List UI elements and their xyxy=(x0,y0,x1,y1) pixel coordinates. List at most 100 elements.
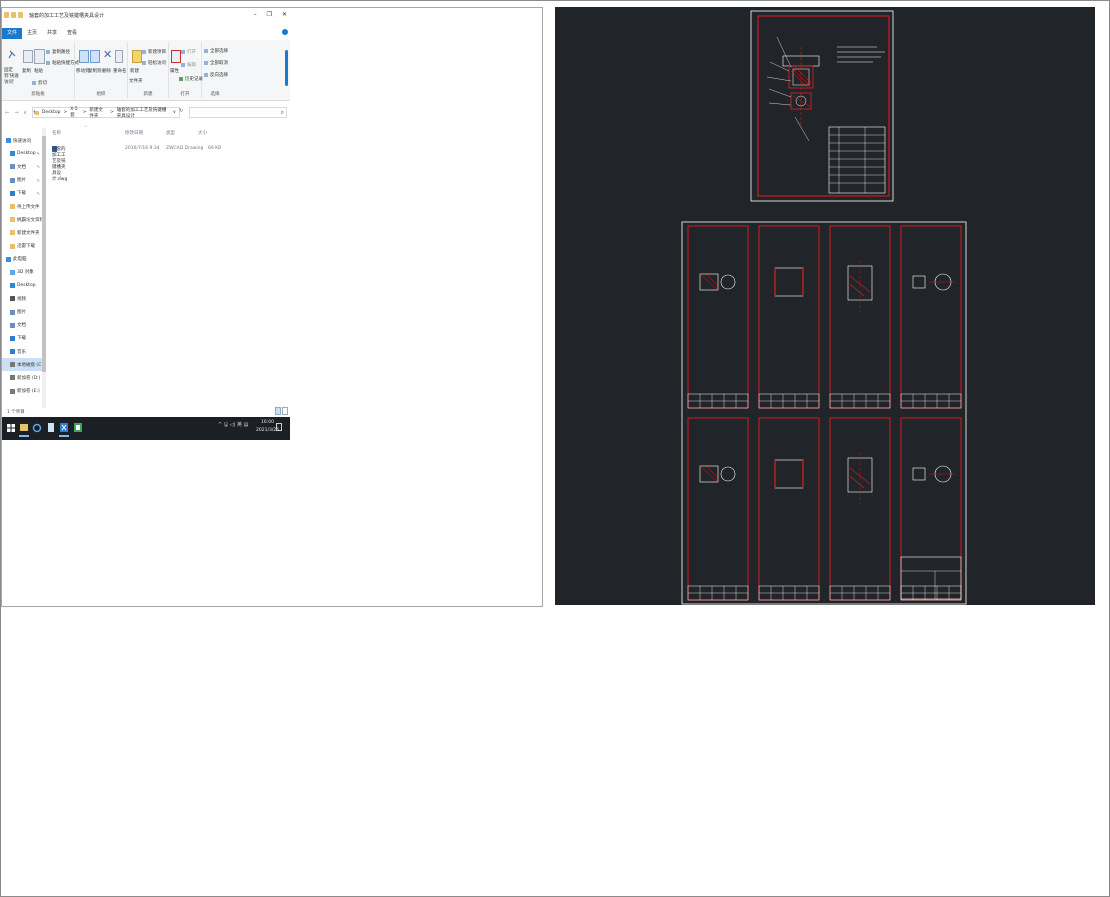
sidebar-item[interactable]: 3D 对象 xyxy=(2,266,42,279)
windows-start-icon[interactable] xyxy=(6,421,16,435)
column-header-name[interactable]: 名称 xyxy=(52,130,61,136)
open-button[interactable]: 打开 xyxy=(181,49,196,55)
large-icons-view-button[interactable] xyxy=(282,407,288,415)
copy-button[interactable]: 复制 xyxy=(22,68,31,74)
title-bar: 轴套的加工工艺及铣键槽夹具设计 – ❐ ✕ xyxy=(2,8,290,22)
sidebar-item[interactable]: 新加卷 (E:) xyxy=(2,385,42,398)
details-view-button[interactable] xyxy=(275,407,281,415)
file-explorer-taskbar-icon[interactable] xyxy=(19,421,29,437)
browser-taskbar-icon[interactable] xyxy=(32,421,42,435)
new-folder-button-line2[interactable]: 文件夹 xyxy=(129,78,143,84)
help-icon[interactable] xyxy=(282,29,288,35)
copy-path-button[interactable]: 复制路径 xyxy=(46,49,70,55)
sidebar-item[interactable]: 视频 xyxy=(2,292,42,305)
pin-icon: ✎ xyxy=(36,177,40,183)
history-label: 历史记录 xyxy=(185,77,203,82)
sidebar-item-icon xyxy=(10,309,15,315)
system-tray[interactable]: ^ 🖫 ◁) 英 ▤ xyxy=(218,421,248,430)
delete-button[interactable]: 删除 xyxy=(102,68,111,74)
sidebar-item[interactable]: 本地磁盘 (C:) xyxy=(2,358,45,372)
tab-view[interactable]: 查看 xyxy=(62,28,82,39)
edit-button[interactable]: 编辑 xyxy=(181,62,196,68)
minimize-button[interactable]: – xyxy=(254,11,257,18)
cad-taskbar-icon[interactable] xyxy=(59,421,69,437)
sidebar-item[interactable]: 图片 xyxy=(2,305,42,318)
sidebar-item[interactable]: 桃霸论文资料 xyxy=(2,213,44,226)
quick-access-toolbar xyxy=(4,12,23,18)
forward-button[interactable]: → xyxy=(14,110,18,116)
sidebar-item[interactable]: 文档 ✎ xyxy=(2,160,42,173)
sidebar-item[interactable]: 新建文件夹 xyxy=(2,226,42,239)
parts-list-table xyxy=(828,126,886,194)
back-button[interactable]: ← xyxy=(5,110,9,116)
sidebar-item[interactable]: 待上传文件 xyxy=(2,200,42,213)
column-header-modified[interactable]: 修改日期 xyxy=(125,130,143,136)
tab-share[interactable]: 共享 xyxy=(42,28,62,39)
maximize-button[interactable]: ❐ xyxy=(267,11,272,18)
address-bar[interactable]: Desktop > X-5套 > 新建文件夹 > 轴套的加工工艺及铣键槽夹具设计… xyxy=(32,107,180,119)
sidebar-item[interactable]: 迅雷下载 xyxy=(2,240,42,253)
sidebar-item[interactable]: Desktop ✎ xyxy=(2,147,42,160)
breadcrumb-desktop[interactable]: Desktop xyxy=(42,110,61,115)
easy-access-button[interactable]: 轻松访问 xyxy=(142,60,166,66)
paste-button[interactable]: 粘贴 xyxy=(34,68,43,74)
table-row[interactable]: 轴套的加工工艺及铣键槽夹具设计.dwg 2016/7/16 9:34 ZWCAD… xyxy=(48,146,288,182)
sidebar-item-icon xyxy=(10,164,15,170)
copy-to-button[interactable]: 复制到 xyxy=(88,68,102,74)
sidebar-item[interactable]: 快速访问 xyxy=(2,134,42,147)
cad-drawings-canvas xyxy=(681,10,967,605)
new-group: 新建 文件夹 新建项目 轻松访问 新建 xyxy=(128,42,169,98)
recent-locations-button[interactable]: ∨ xyxy=(23,110,27,116)
pin-icon: ✎ xyxy=(36,164,40,170)
new-folder-qa-icon[interactable] xyxy=(11,12,16,18)
breadcrumb-current[interactable]: 轴套的加工工艺及铣键槽夹具设计 xyxy=(117,107,170,119)
column-header-size[interactable]: 大小 xyxy=(198,130,207,136)
cut-button[interactable]: 剪切 xyxy=(32,80,47,86)
select-all-button[interactable]: 全部选择 xyxy=(204,48,228,54)
file-size: 69 KB xyxy=(208,146,222,151)
sidebar-item[interactable]: 此电脑 xyxy=(2,253,42,266)
sidebar-item[interactable]: 下载 xyxy=(2,332,42,345)
sidebar-item[interactable]: 音乐 xyxy=(2,345,42,358)
refresh-button[interactable]: ↻ xyxy=(179,108,183,114)
invert-selection-button[interactable]: 反向选择 xyxy=(204,72,228,78)
navigation-scrollbar[interactable] xyxy=(42,128,46,408)
breadcrumb-separator: > xyxy=(109,110,114,115)
ribbon: 固定到'快速访问' 复制 粘贴 复制路径 粘贴快捷方式 剪切 剪贴板 移动到 复… xyxy=(2,40,290,101)
sidebar-item[interactable]: 新加卷 (D:) xyxy=(2,371,42,384)
sidebar-item[interactable]: Desktop xyxy=(2,279,42,292)
rename-button[interactable]: 重命名 xyxy=(113,68,127,74)
technical-notes xyxy=(837,46,885,63)
ribbon-scrollbar[interactable] xyxy=(285,50,288,86)
select-none-button[interactable]: 全部取消 xyxy=(204,60,228,66)
document-taskbar-icon[interactable] xyxy=(46,421,56,435)
scrollbar-thumb[interactable] xyxy=(42,136,46,372)
properties-button[interactable]: 属性 xyxy=(170,68,179,74)
sidebar-item[interactable]: 下载 ✎ xyxy=(2,187,42,200)
breadcrumb-new-folder[interactable]: 新建文件夹 xyxy=(89,107,107,119)
address-dropdown-button[interactable]: ∨ xyxy=(173,110,176,115)
history-button[interactable]: 历史记录 xyxy=(179,76,203,82)
pin-icon: ✎ xyxy=(36,151,40,157)
tab-home[interactable]: 主页 xyxy=(22,28,42,39)
sidebar-item-label: 图片 xyxy=(17,310,26,316)
navigation-pane: 快速访问 Desktop ✎ 文档 ✎ 图片 ✎ 下载 ✎ 待上传文件 桃霸论文资料 新建文件夹 迅雷下… xyxy=(2,134,45,406)
sidebar-item-icon xyxy=(10,375,15,381)
sidebar-item[interactable]: 文档 xyxy=(2,319,42,332)
tab-file[interactable]: 文件 xyxy=(2,28,23,39)
pin-quick-access-button[interactable]: 固定到'快速访问' xyxy=(4,68,22,86)
group-label: 选择 xyxy=(210,92,220,97)
breadcrumb-x5[interactable]: X-5套 xyxy=(70,107,79,118)
new-folder-button[interactable]: 新建 xyxy=(130,68,139,74)
edit-icon xyxy=(181,62,185,67)
search-input[interactable]: ⌕ xyxy=(189,107,287,118)
column-header-type[interactable]: 类型 xyxy=(166,130,175,136)
delete-icon: ✕ xyxy=(103,48,113,61)
sidebar-item[interactable]: 图片 ✎ xyxy=(2,174,42,187)
spreadsheet-taskbar-icon[interactable] xyxy=(73,421,83,435)
new-item-button[interactable]: 新建项目 xyxy=(142,49,166,55)
properties-qa-icon[interactable] xyxy=(4,12,9,18)
notification-icon[interactable] xyxy=(276,423,282,431)
item-count: 1 个项目 xyxy=(7,410,25,415)
close-button[interactable]: ✕ xyxy=(282,11,287,18)
